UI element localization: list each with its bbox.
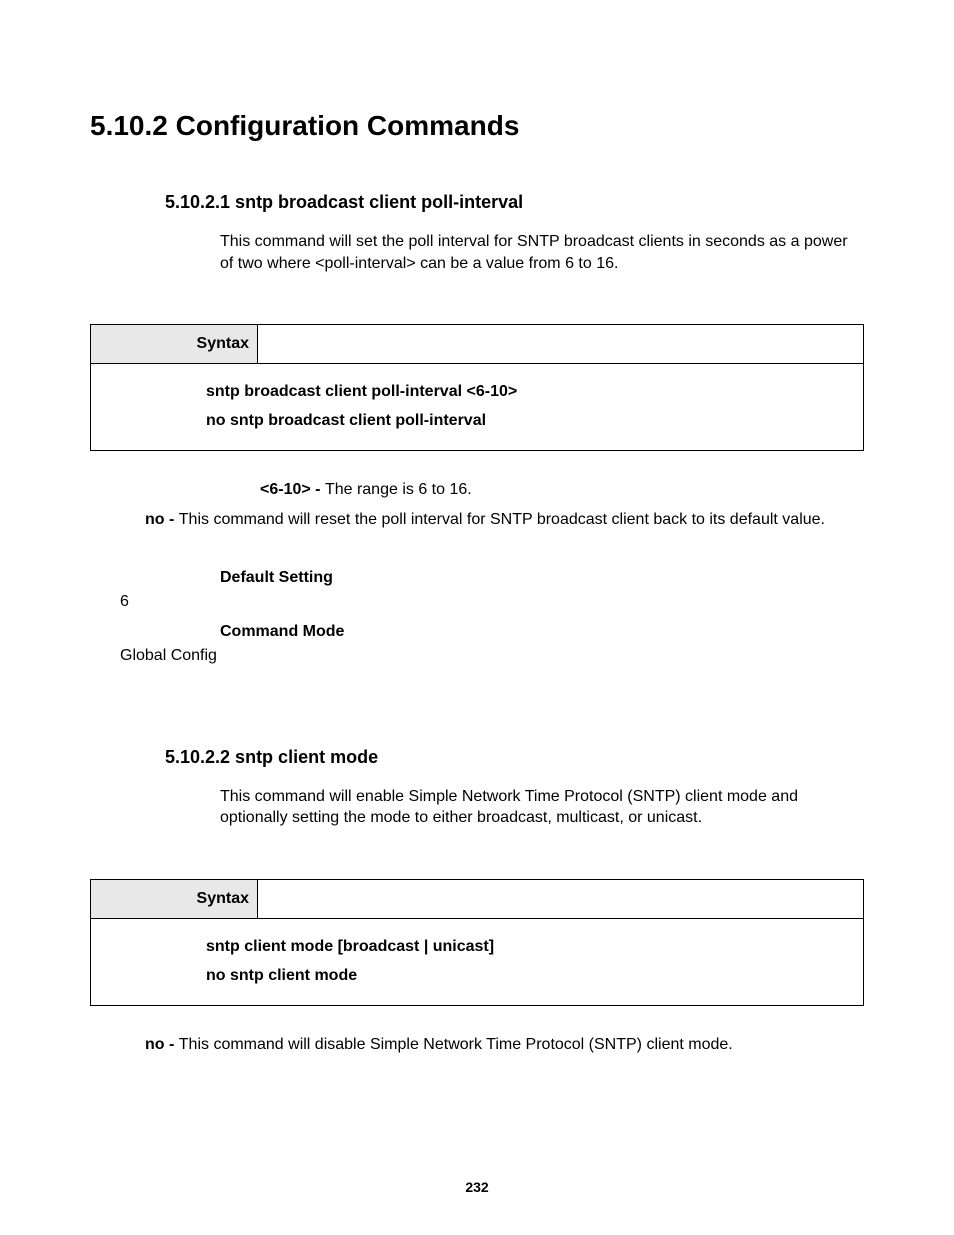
subsection-heading: 5.10.2.2 sntp client mode xyxy=(90,747,864,768)
section-heading: 5.10.2 Configuration Commands xyxy=(90,110,864,142)
command-mode-label: Command Mode xyxy=(90,623,864,641)
page-number: 232 xyxy=(0,1179,954,1195)
no-label: no - xyxy=(145,511,179,528)
syntax-line: no sntp client mode xyxy=(206,962,853,991)
document-page: 5.10.2 Configuration Commands 5.10.2.1 s… xyxy=(0,0,954,1235)
parameter-line: <6-10> - The range is 6 to 16. xyxy=(90,481,864,499)
syntax-label: Syntax xyxy=(91,880,258,919)
no-line: no - This command will reset the poll in… xyxy=(90,511,864,529)
no-text: This command will reset the poll interva… xyxy=(179,511,825,528)
syntax-body: sntp broadcast client poll-interval <6-1… xyxy=(91,363,863,450)
syntax-line: sntp broadcast client poll-interval <6-1… xyxy=(206,378,853,407)
no-text: This command will disable Simple Network… xyxy=(179,1036,733,1053)
syntax-line: sntp client mode [broadcast | unicast] xyxy=(206,933,853,962)
param-text: The range is 6 to 16. xyxy=(325,481,472,498)
no-label: no - xyxy=(145,1036,179,1053)
syntax-box: Syntax sntp broadcast client poll-interv… xyxy=(90,324,864,451)
description-text: This command will enable Simple Network … xyxy=(90,786,864,829)
param-label: <6-10> - xyxy=(260,481,325,498)
syntax-box: Syntax sntp client mode [broadcast | uni… xyxy=(90,879,864,1006)
default-setting-label: Default Setting xyxy=(90,569,864,587)
command-mode-value: Global Config xyxy=(90,647,864,665)
default-setting-value: 6 xyxy=(90,593,864,611)
syntax-line: no sntp broadcast client poll-interval xyxy=(206,407,853,436)
subsection-heading: 5.10.2.1 sntp broadcast client poll-inte… xyxy=(90,192,864,213)
syntax-label: Syntax xyxy=(91,325,258,364)
syntax-body: sntp client mode [broadcast | unicast] n… xyxy=(91,918,863,1005)
description-text: This command will set the poll interval … xyxy=(90,231,864,274)
no-line: no - This command will disable Simple Ne… xyxy=(90,1036,864,1054)
